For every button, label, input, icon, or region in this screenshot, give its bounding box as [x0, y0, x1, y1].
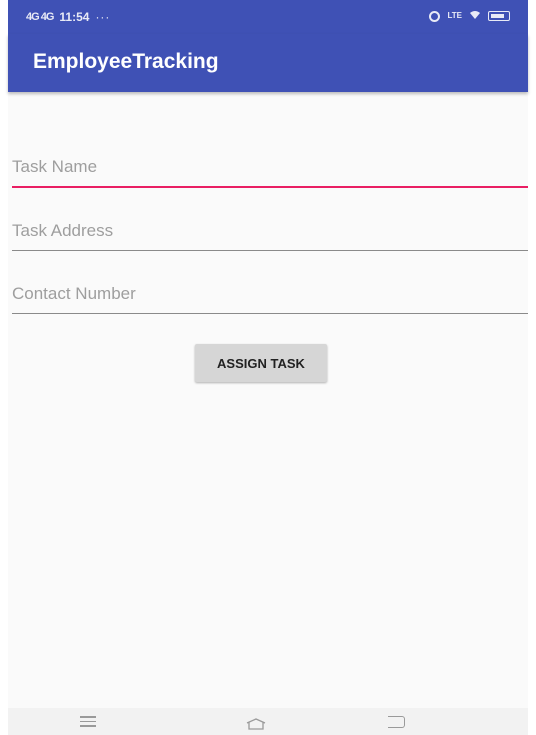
battery-icon	[488, 11, 510, 21]
wifi-icon	[469, 9, 481, 23]
status-bar: 4G 4G 11:54 ··· LTE	[8, 0, 528, 34]
more-notifications-icon: ···	[95, 10, 111, 24]
menu-icon[interactable]	[80, 716, 96, 730]
lte-icon: LTE	[447, 11, 462, 20]
app-bar: EmployeeTracking	[8, 34, 528, 92]
phone-screen: 4G 4G 11:54 ··· LTE EmployeeTracking ASS…	[8, 0, 528, 735]
task-address-input[interactable]	[12, 211, 528, 251]
status-time: 11:54	[59, 10, 90, 24]
alarm-icon	[429, 10, 441, 22]
signal-icon: 4G 4G	[26, 11, 54, 23]
app-title: EmployeeTracking	[33, 50, 219, 73]
contact-number-input[interactable]	[12, 274, 528, 314]
home-icon[interactable]	[246, 717, 266, 730]
assign-task-button[interactable]: ASSIGN TASK	[195, 344, 327, 382]
navigation-bar	[8, 708, 528, 735]
task-name-input[interactable]	[12, 148, 528, 188]
back-icon[interactable]	[388, 716, 405, 728]
